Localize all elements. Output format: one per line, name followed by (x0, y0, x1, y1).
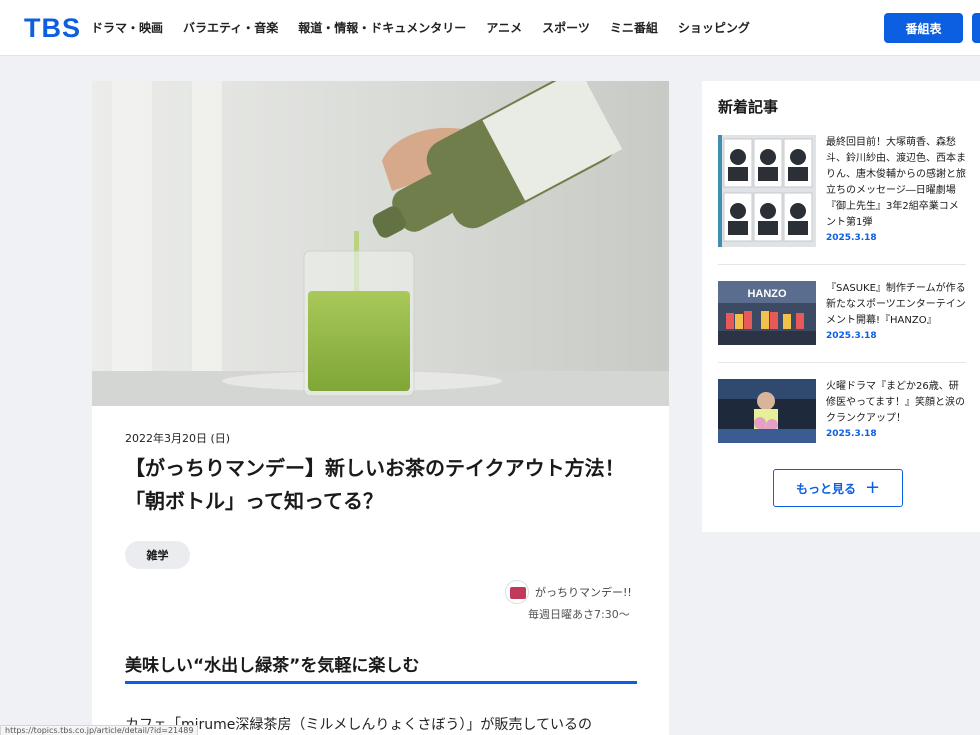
news-thumbnail (718, 135, 816, 247)
sidebar-latest: 新着記事 最終回目前！大塚萌香、森愁斗、鈴川紗由、渡辺色、西本まりん、唐木俊輔か… (702, 81, 980, 532)
more-button[interactable]: もっと見る + (773, 469, 903, 507)
divider (718, 264, 966, 265)
tv-guide-button[interactable]: 番組表 (884, 13, 963, 43)
news-thumbnail (718, 379, 816, 443)
program-logo-icon (505, 580, 529, 604)
nav-item-sports[interactable]: スポーツ (542, 19, 590, 36)
program-link[interactable]: がっちりマンデー!! (505, 580, 632, 604)
green-tea-bottle-photo-icon (92, 81, 669, 406)
news-item-date: 2025.3.18 (826, 331, 877, 341)
divider (718, 362, 966, 363)
news-item[interactable]: 最終回目前！大塚萌香、森愁斗、鈴川紗由、渡辺色、西本まりん、唐木俊輔からの感謝と… (718, 135, 968, 247)
news-item-title: 『SASUKE』制作チームが作る新たなスポーツエンターテインメント開幕!『HAN… (826, 283, 966, 326)
section-underline (125, 681, 637, 684)
news-item-date: 2025.3.18 (826, 429, 877, 439)
program-time: 毎週日曜あさ7:30〜 (528, 608, 630, 621)
sidebar-heading: 新着記事 (718, 98, 779, 116)
news-thumbnail: HANZO (718, 281, 816, 345)
news-item-title: 火曜ドラマ『まどか26歳、研修医やってます！』笑顔と涙のクランクアップ！ (826, 381, 965, 424)
nav-item-shopping[interactable]: ショッピング (678, 19, 750, 36)
status-url: https://topics.tbs.co.jp/article/detail/… (0, 725, 199, 735)
main-nav: ドラマ・映画 バラエティ・音楽 報道・情報・ドキュメンタリー アニメ スポーツ … (91, 19, 770, 36)
site-header: TBS ドラマ・映画 バラエティ・音楽 報道・情報・ドキュメンタリー アニメ ス… (0, 0, 980, 56)
article-card: 2022年3月20日 (日) 【がっちりマンデー】新しいお茶のテイクアウト方法！… (92, 81, 669, 735)
section-heading: 美味しい“水出し緑茶”を気軽に楽しむ (125, 656, 420, 676)
article-date: 2022年3月20日 (日) (125, 432, 231, 445)
tbs-logo[interactable]: TBS (24, 13, 81, 44)
nav-item-drama[interactable]: ドラマ・映画 (91, 19, 163, 36)
nav-item-anime[interactable]: アニメ (486, 19, 522, 36)
more-button-label: もっと見る (795, 481, 856, 496)
article-title: 【がっちりマンデー】新しいお茶のテイクアウト方法！「朝ボトル」って知ってる？ (125, 456, 625, 513)
nav-item-variety[interactable]: バラエティ・音楽 (183, 19, 278, 36)
nav-item-mini[interactable]: ミニ番組 (610, 19, 658, 36)
svg-text:HANZO: HANZO (747, 288, 787, 300)
news-item-date: 2025.3.18 (826, 233, 877, 243)
header-extra-button[interactable] (972, 13, 980, 43)
nav-item-news[interactable]: 報道・情報・ドキュメンタリー (298, 19, 466, 36)
category-tag[interactable]: 雑学 (125, 541, 190, 569)
news-item-title: 最終回目前！大塚萌香、森愁斗、鈴川紗由、渡辺色、西本まりん、唐木俊輔からの感謝と… (826, 137, 966, 228)
hero-image (92, 81, 669, 406)
plus-icon: + (864, 477, 881, 498)
program-name: がっちりマンデー!! (535, 586, 632, 599)
news-item[interactable]: 火曜ドラマ『まどか26歳、研修医やってます！』笑顔と涙のクランクアップ！ 202… (718, 379, 968, 443)
news-item[interactable]: HANZO 『SASUKE』制作チームが作る新たなスポーツエンターテインメント開… (718, 281, 968, 345)
